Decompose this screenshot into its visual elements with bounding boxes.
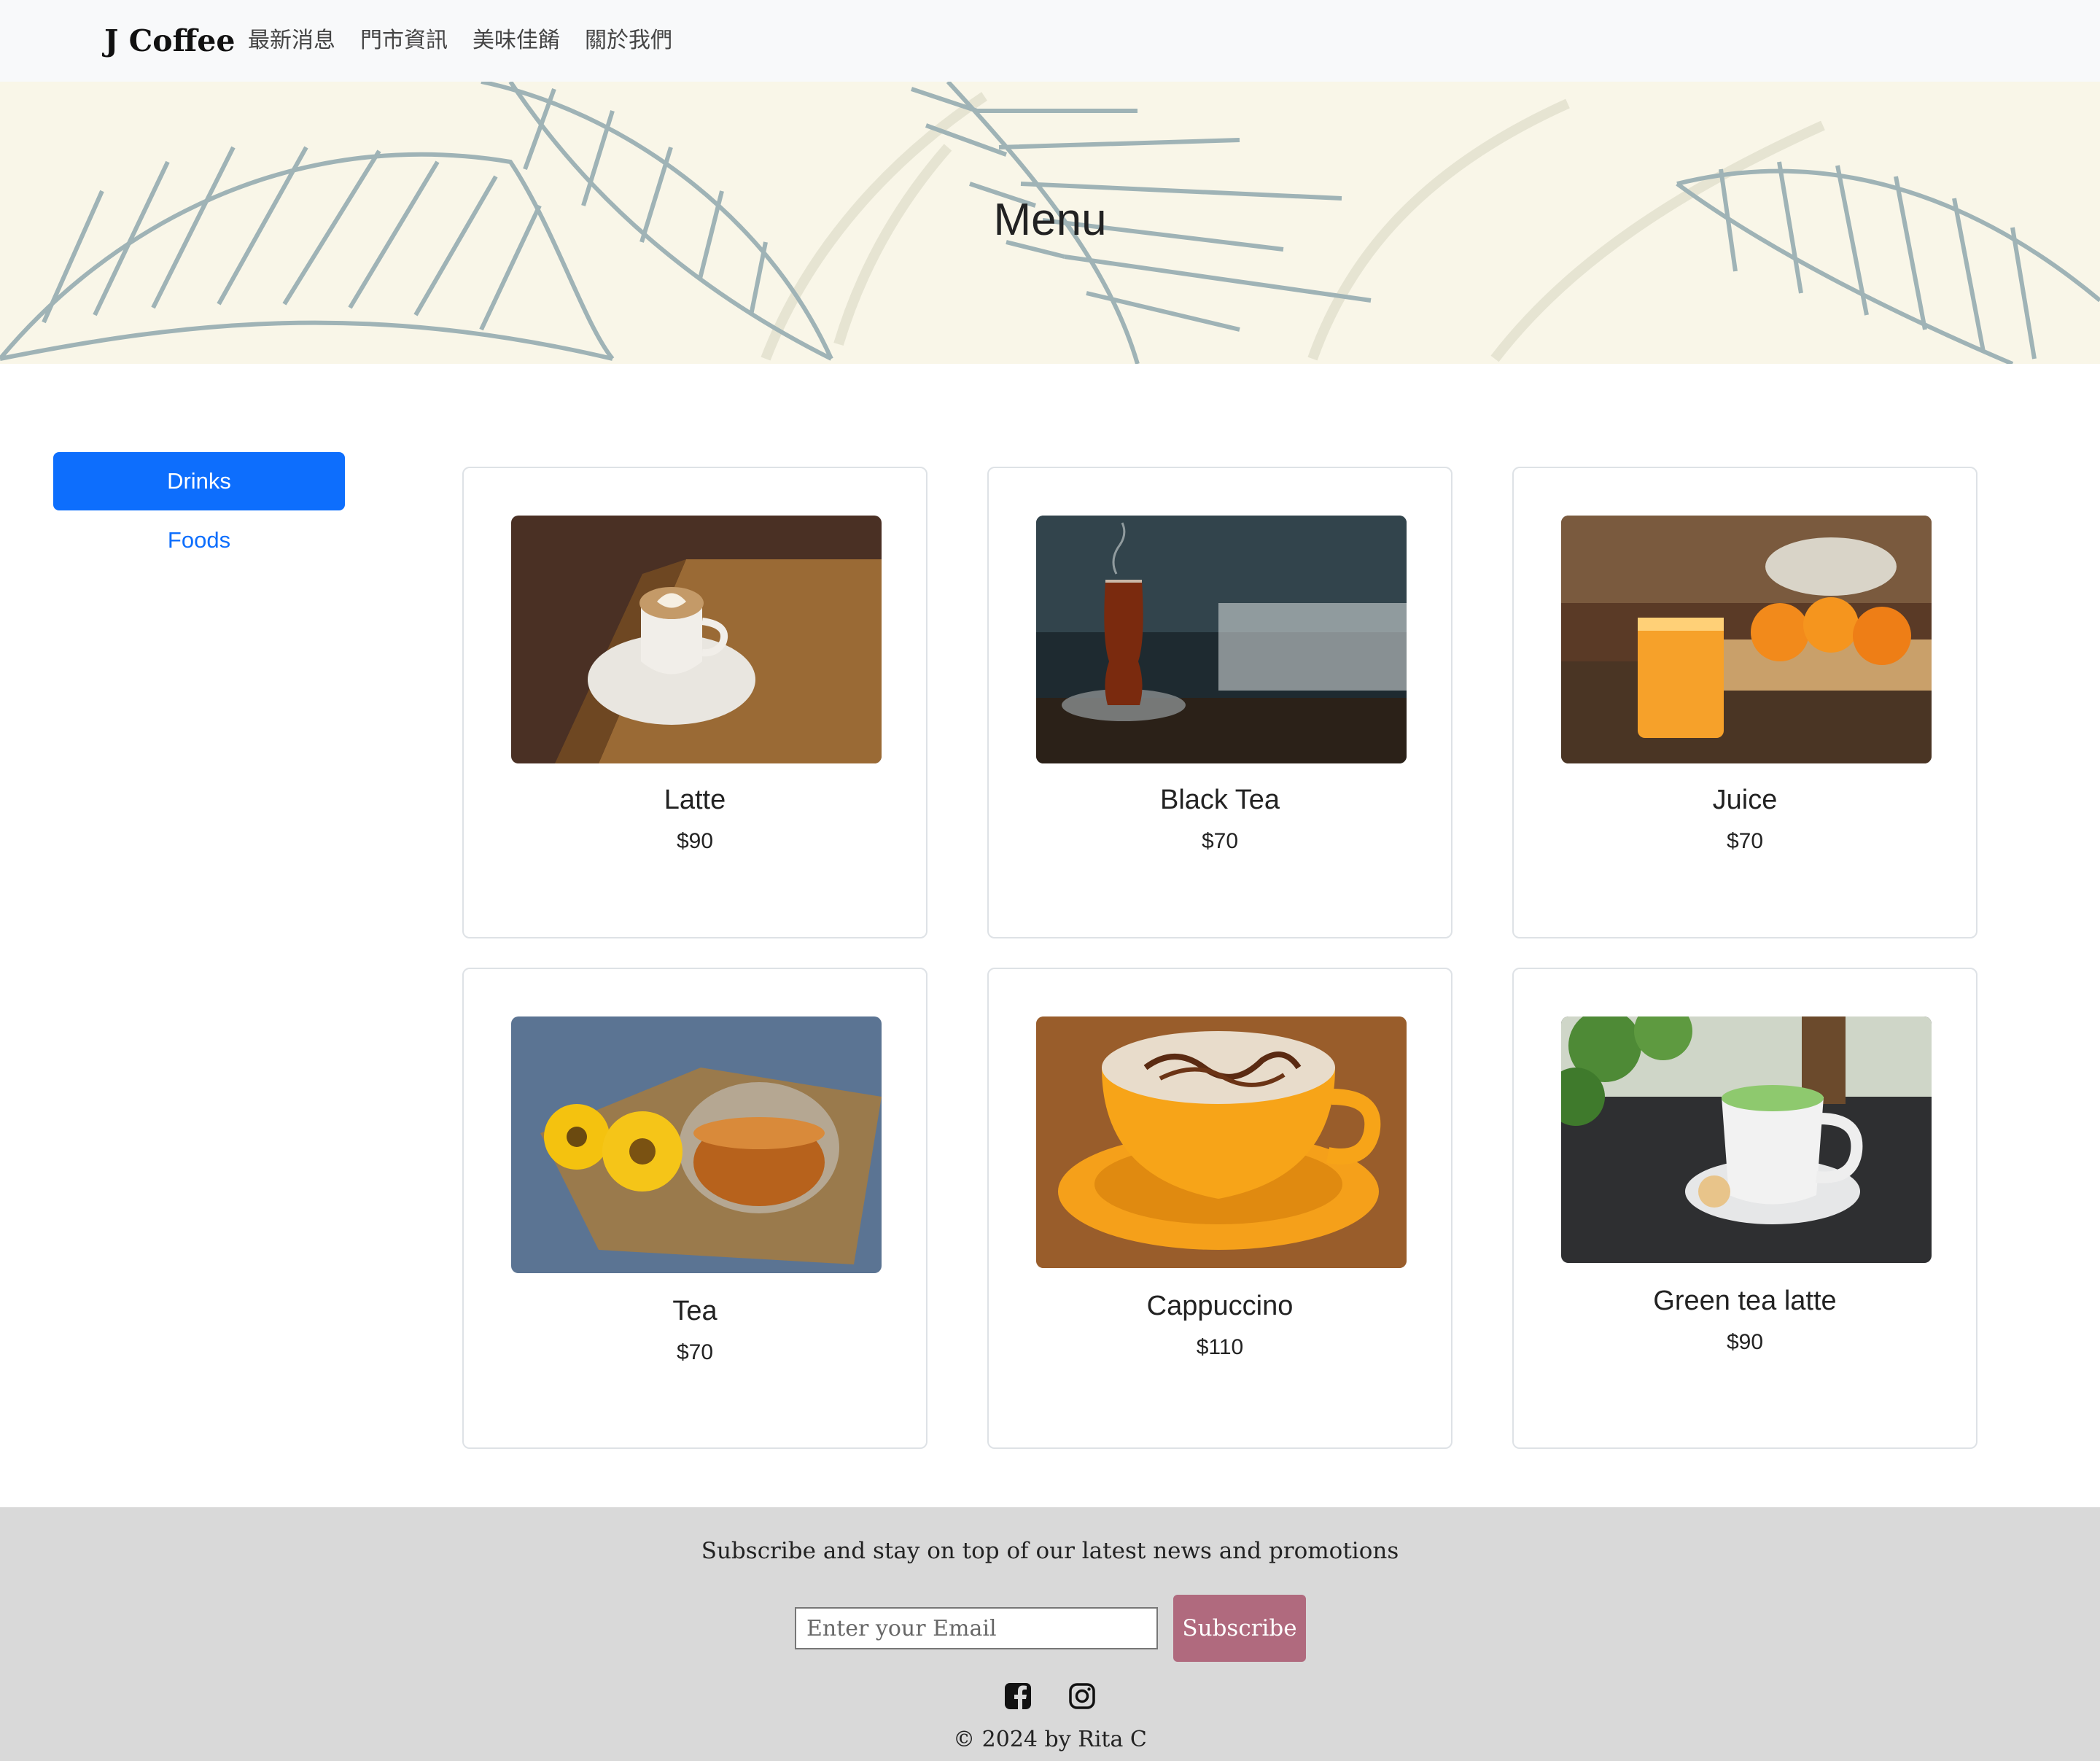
email-input[interactable]: [795, 1607, 1158, 1649]
nav-link-stores[interactable]: 門市資訊: [360, 22, 448, 60]
product-name: Green tea latte: [1653, 1286, 1837, 1316]
product-price: $70: [676, 1340, 714, 1364]
product-card-green-tea-latte[interactable]: Green tea latte $90: [1512, 968, 1978, 1449]
nav-link-menu[interactable]: 美味佳餚: [472, 22, 560, 60]
copyright-text: © 2024 by Rita C: [953, 1727, 1147, 1752]
product-image-tea: [511, 1016, 882, 1273]
nav-link-about[interactable]: 關於我們: [585, 22, 672, 60]
page-title: Menu: [993, 195, 1107, 245]
hero-banner: Menu: [0, 82, 2100, 364]
product-price: $70: [1201, 829, 1239, 853]
product-image-juice: [1561, 516, 1932, 763]
product-name: Tea: [672, 1296, 718, 1326]
subscribe-button[interactable]: Subscribe: [1173, 1595, 1306, 1662]
navbar: J Coffee 最新消息 門市資訊 美味佳餚 關於我們: [0, 0, 2100, 82]
product-image-black-tea: [1036, 516, 1407, 763]
product-name: Juice: [1712, 785, 1778, 815]
product-card-juice[interactable]: Juice $70: [1512, 467, 1978, 938]
category-drinks-button[interactable]: Drinks: [53, 452, 345, 510]
facebook-icon[interactable]: [1003, 1682, 1032, 1711]
product-card-cappuccino[interactable]: Cappuccino $110: [987, 968, 1452, 1449]
product-price: $90: [676, 829, 714, 853]
product-image-latte: [511, 516, 882, 763]
product-card-black-tea[interactable]: Black Tea $70: [987, 467, 1452, 938]
product-name: Latte: [664, 785, 726, 815]
instagram-icon[interactable]: [1068, 1682, 1097, 1711]
product-card-tea[interactable]: Tea $70: [462, 968, 928, 1449]
subscribe-tagline: Subscribe and stay on top of our latest …: [701, 1538, 1399, 1564]
product-name: Cappuccino: [1146, 1291, 1294, 1321]
brand-logo[interactable]: J Coffee: [104, 19, 235, 63]
product-card-latte[interactable]: Latte $90: [462, 467, 928, 938]
nav-link-news[interactable]: 最新消息: [248, 22, 335, 60]
product-price: $90: [1726, 1330, 1764, 1354]
category-foods-link[interactable]: Foods: [53, 515, 345, 566]
nav-links: 最新消息 門市資訊 美味佳餚 關於我們: [248, 22, 697, 60]
footer: Subscribe and stay on top of our latest …: [0, 1507, 2100, 1761]
product-image-cappuccino: [1036, 1016, 1407, 1268]
product-image-green-tea-latte: [1561, 1016, 1932, 1263]
product-price: $110: [1196, 1335, 1244, 1359]
product-name: Black Tea: [1159, 785, 1280, 815]
product-price: $70: [1726, 829, 1764, 853]
